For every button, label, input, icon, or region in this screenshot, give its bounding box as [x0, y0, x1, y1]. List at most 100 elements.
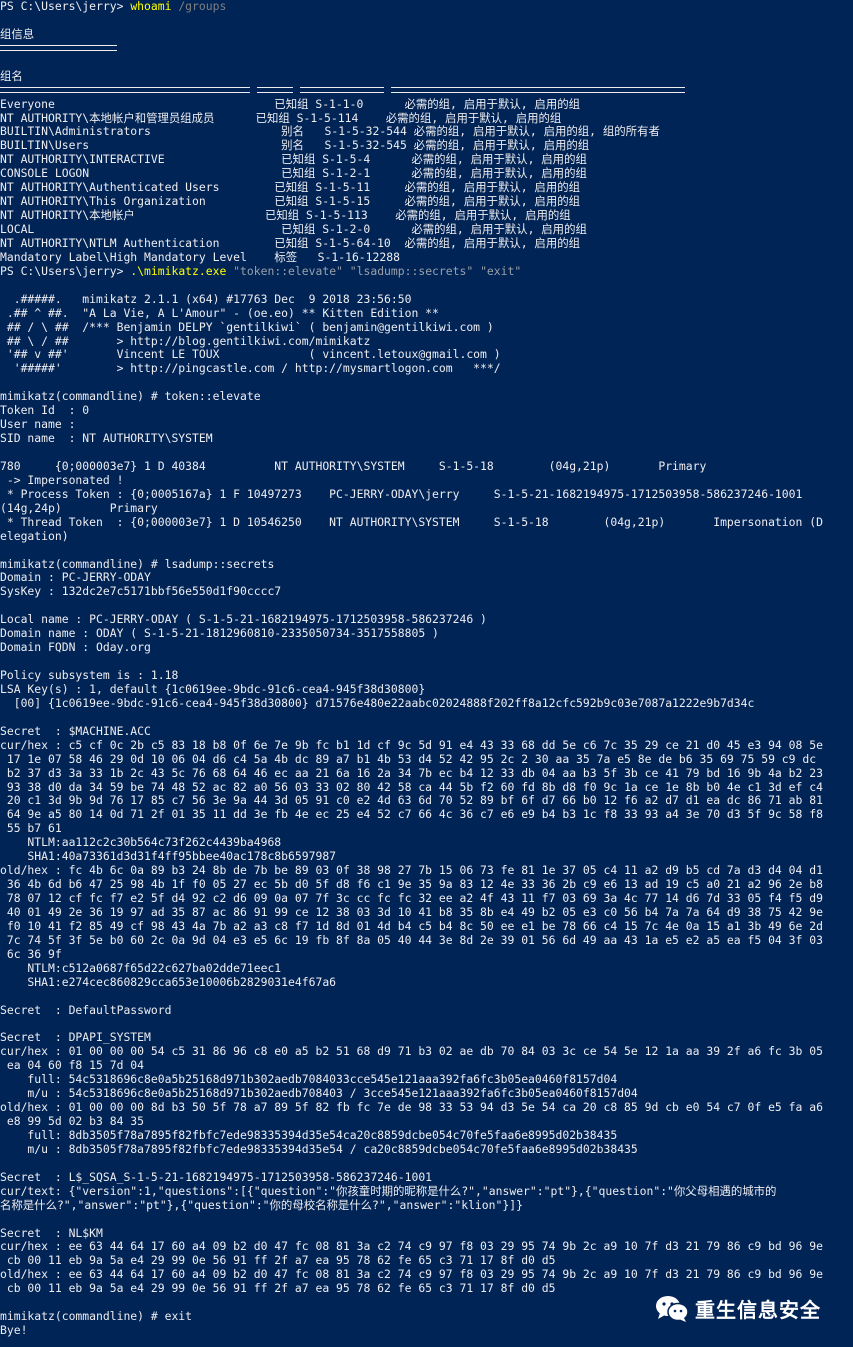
terminal-text: 40 01 49 2e 36 19 97 ad 35 87 ac 86 91 9… [0, 905, 823, 919]
terminal-line: ## / \ ## /*** Benjamin DELPY `gentilkiw… [0, 321, 853, 335]
powershell-terminal[interactable]: PS C:\Users\jerry> whoami /groups 组信息组名 E… [0, 0, 853, 1347]
terminal-text: 64 9e a5 80 14 0d 71 2f 01 35 11 dd 3e f… [0, 808, 823, 822]
terminal-line: 名称是什么?","answer":"pt"},{"question":"你的母校… [0, 1199, 853, 1213]
terminal-text: Secret : $MACHINE.ACC [0, 724, 151, 738]
terminal-text: -> Impersonated ! [0, 473, 124, 487]
terminal-text: SID name : NT AUTHORITY\SYSTEM [0, 432, 213, 446]
watermark: 重生信息安全 [655, 1294, 821, 1323]
terminal-text: Secret : DefaultPassword [0, 1003, 172, 1017]
terminal-text: 组信息 [0, 27, 35, 41]
terminal-text: .#####. mimikatz 2.1.1 (x64) #17763 Dec … [0, 292, 412, 306]
terminal-line: PS C:\Users\jerry> whoami /groups [0, 0, 853, 14]
terminal-line: old/hex : ee 63 44 64 17 60 a4 09 b2 d0 … [0, 1268, 853, 1282]
terminal-prompt: PS C:\Users\jerry> [0, 0, 131, 13]
terminal-cmd: whoami [130, 0, 172, 13]
terminal-line: .#####. mimikatz 2.1.1 (x64) #17763 Dec … [0, 293, 853, 307]
terminal-line: LOCAL 已知组 S-1-2-0 必需的组, 启用于默认, 启用的组 [0, 223, 853, 237]
terminal-text: 7c 74 5f 3f 5e b0 60 2c 0a 9d 04 e3 e5 6… [0, 933, 823, 947]
terminal-line: old/hex : 01 00 00 00 8d b3 50 5f 78 a7 … [0, 1101, 853, 1115]
terminal-text: User name : [0, 418, 76, 432]
terminal-line: m/u : 8db3505f78a7895f82fbfc7ede98335394… [0, 1143, 853, 1157]
terminal-line: b2 37 d3 3a 33 1b 2c 43 5c 76 68 64 46 e… [0, 767, 853, 781]
terminal-text: '## v ##' Vincent LE TOUX ( vincent.leto… [0, 348, 501, 362]
terminal-line: Bye! [0, 1324, 853, 1338]
terminal-text: ea 04 60 f8 15 7d 04 [0, 1059, 145, 1073]
terminal-line: 17 1e 07 58 46 29 0d 10 06 04 d6 c4 5a 4… [0, 753, 853, 767]
terminal-text: f0 10 41 f2 85 49 cf 98 43 4a 7b a2 a3 c… [0, 919, 823, 933]
terminal-line [0, 42, 853, 56]
terminal-line: cb 00 11 eb 9a 5a e4 29 99 0e 56 91 ff 2… [0, 1254, 853, 1268]
terminal-text: NT AUTHORITY\本地帐户和管理员组成员 已知组 S-1-5-114 必… [0, 111, 562, 125]
header-rule [0, 87, 250, 94]
terminal-text: NT AUTHORITY\INTERACTIVE 已知组 S-1-5-4 必需的… [0, 153, 587, 167]
terminal-line: .## ^ ##. "A La Vie, A L'Amour" - (oe.eo… [0, 307, 853, 321]
terminal-text: e8 99 5d 02 b3 84 35 [0, 1115, 145, 1128]
terminal-text: * Thread Token : {0;000003e7} 1 D 105462… [0, 515, 823, 529]
terminal-line: 780 {0;000003e7} 1 D 40384 NT AUTHORITY\… [0, 460, 853, 474]
terminal-line: m/u : 54c5318696c8e0a5b25168d971b302aedb… [0, 1087, 853, 1101]
terminal-text: cur/hex : c5 cf 0c 2b c5 83 18 b8 0f 6e … [0, 738, 823, 752]
terminal-text: LOCAL 已知组 S-1-2-0 必需的组, 启用于默认, 启用的组 [0, 223, 587, 236]
terminal-text: 名称是什么?","answer":"pt"},{"question":"你的母校… [0, 1198, 523, 1212]
terminal-text: Everyone 已知组 S-1-1-0 必需的组, 启用于默认, 启用的组 [0, 97, 580, 111]
terminal-text: 93 38 d0 da 34 59 be 74 48 52 ac 82 a0 5… [0, 780, 823, 794]
terminal-line: 55 b7 61 [0, 822, 853, 836]
terminal-text: Policy subsystem is : 1.18 [0, 669, 179, 682]
terminal-line: PS C:\Users\jerry> .\mimikatz.exe "token… [0, 265, 853, 279]
terminal-line: e8 99 5d 02 b3 84 35 [0, 1115, 853, 1129]
terminal-line: full: 54c5318696c8e0a5b25168d971b302aedb… [0, 1073, 853, 1087]
terminal-line: Secret : DPAPI_SYSTEM [0, 1031, 853, 1045]
terminal-line: Secret : NL$KM [0, 1227, 853, 1241]
terminal-text: * Process Token : {0;0005167a} 1 F 10497… [0, 487, 803, 501]
terminal-text: 组名 [0, 69, 23, 83]
header-rule [390, 87, 685, 94]
terminal-line: NT AUTHORITY\本地帐户和管理员组成员 已知组 S-1-5-114 必… [0, 112, 853, 126]
terminal-line: '## v ##' Vincent LE TOUX ( vincent.leto… [0, 348, 853, 362]
terminal-line: 40 01 49 2e 36 19 97 ad 35 87 ac 86 91 9… [0, 906, 853, 920]
terminal-line: mimikatz(commandline) # lsadump::secrets [0, 558, 853, 572]
terminal-line: 7c 74 5f 3f 5e b0 60 2c 0a 9d 04 e3 e5 6… [0, 934, 853, 948]
terminal-line: '#####' > http://pingcastle.com / http:/… [0, 362, 853, 376]
terminal-line: SysKey : 132dc2e7c5171bbf56e550d1f90cccc… [0, 585, 853, 599]
header-rule [0, 45, 117, 52]
header-rule [256, 87, 293, 94]
terminal-text: mimikatz(commandline) # exit [0, 1310, 193, 1324]
terminal-text: NTLM:c512a0687f65d22c627ba02dde71eec1 [0, 961, 282, 975]
terminal-text: '#####' > http://pingcastle.com / http:/… [0, 362, 501, 376]
terminal-text: Bye! [0, 1324, 28, 1338]
terminal-line: Mandatory Label\High Mandatory Level 标签 … [0, 251, 853, 265]
terminal-line: 6c 36 9f [0, 948, 853, 962]
terminal-line: NTLM:aa112c2c30b564c73f262c4439ba4968 [0, 836, 853, 850]
terminal-cmd: .\mimikatz.exe [130, 264, 227, 278]
terminal-line: old/hex : fc 4b 6c 0a 89 b3 24 8b de 7b … [0, 864, 853, 878]
wechat-icon [655, 1295, 689, 1323]
terminal-line: cur/hex : ee 63 44 64 17 60 a4 09 b2 d0 … [0, 1240, 853, 1254]
terminal-line: BUILTIN\Administrators 别名 S-1-5-32-544 必… [0, 125, 853, 139]
terminal-text: cur/hex : 01 00 00 00 54 c5 31 86 96 c8 … [0, 1045, 823, 1059]
terminal-text: 20 c1 3d 9b 9d 76 17 85 c7 56 3e 9a 44 3… [0, 794, 823, 808]
terminal-text: cur/hex : ee 63 44 64 17 60 a4 09 b2 d0 … [0, 1240, 823, 1254]
terminal-line: mimikatz(commandline) # token::elevate [0, 390, 853, 404]
terminal-param: /groups [171, 0, 227, 13]
terminal-text: m/u : 8db3505f78a7895f82fbfc7ede98335394… [0, 1142, 638, 1156]
terminal-arg: "token::elevate" "lsadump::secrets" "exi… [226, 264, 522, 278]
terminal-text: Domain name : ODAY ( S-1-5-21-1812960810… [0, 627, 439, 641]
terminal-text: BUILTIN\Users 别名 S-1-5-32-545 必需的组, 启用于默… [0, 139, 590, 153]
terminal-line: 组名 [0, 70, 853, 84]
terminal-text: full: 54c5318696c8e0a5b25168d971b302aedb… [0, 1073, 618, 1087]
terminal-line: cur/hex : c5 cf 0c 2b c5 83 18 b8 0f 6e … [0, 739, 853, 753]
terminal-text: [00] {1c0619ee-9bdc-91c6-cea4-945f38d308… [0, 696, 755, 710]
terminal-line: * Thread Token : {0;000003e7} 1 D 105462… [0, 516, 853, 530]
terminal-line: SID name : NT AUTHORITY\SYSTEM [0, 432, 853, 446]
terminal-line: full: 8db3505f78a7895f82fbfc7ede98335394… [0, 1129, 853, 1143]
